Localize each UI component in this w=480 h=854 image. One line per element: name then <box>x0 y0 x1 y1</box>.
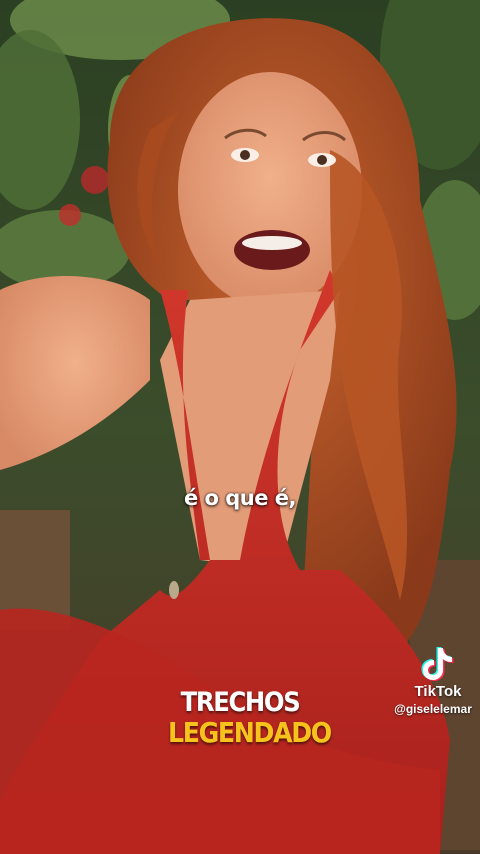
tiktok-watermark: TikTok @giselelemar <box>394 646 480 716</box>
badge-line-2: LEGENDADO <box>168 716 332 749</box>
badge-line-1: TRECHOS <box>180 687 301 718</box>
creator-username[interactable]: @giselelemar <box>386 702 480 716</box>
series-badge: TRECHOS LEGENDADO <box>160 687 332 749</box>
video-subtitle: é o que é, <box>183 486 297 510</box>
tiktok-note-icon <box>421 647 454 681</box>
tiktok-brand-label: TikTok <box>414 683 462 700</box>
